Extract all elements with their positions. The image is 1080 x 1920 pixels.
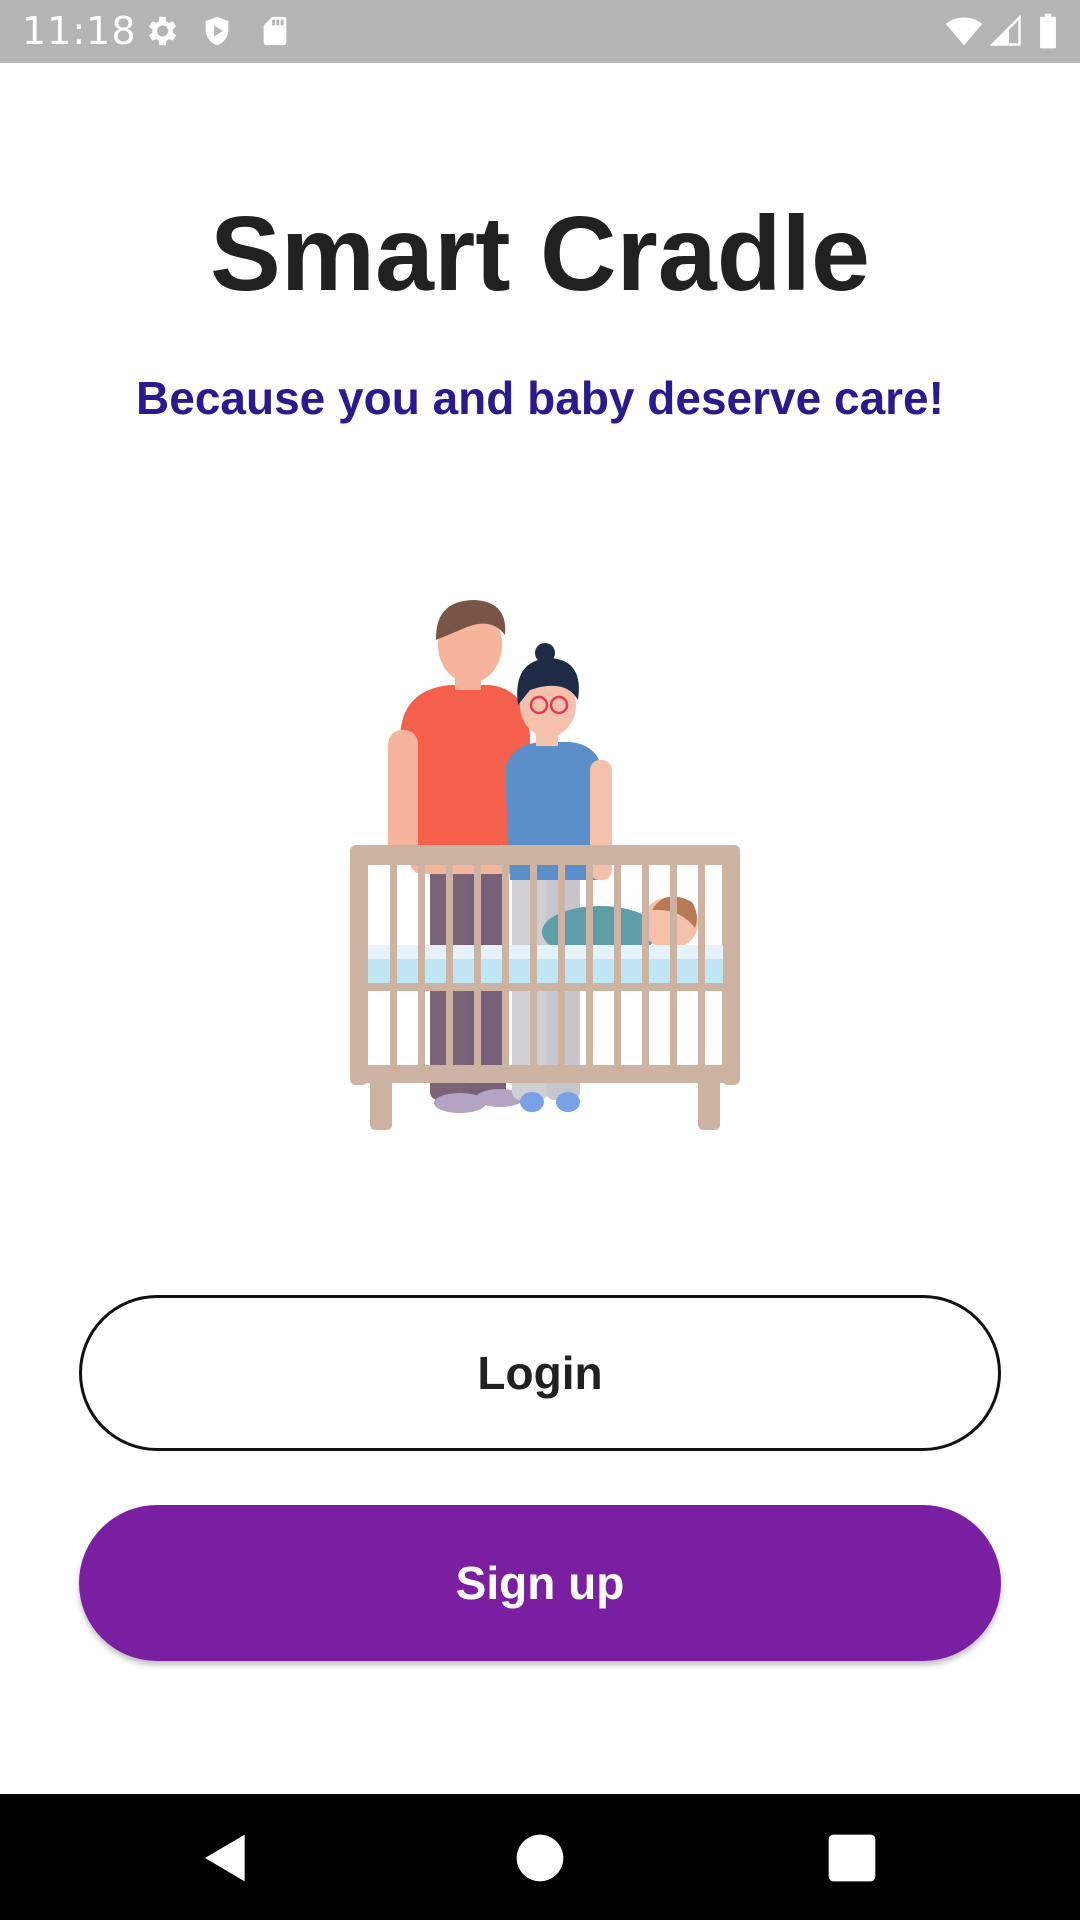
login-button-label: Login: [477, 1347, 603, 1399]
status-time: 11:18: [22, 9, 137, 53]
signup-button-label: Sign up: [455, 1557, 625, 1609]
login-button[interactable]: Login: [79, 1295, 1001, 1451]
wifi-icon: [945, 17, 983, 46]
recents-icon[interactable]: [824, 1830, 880, 1886]
sd-card-icon: [263, 16, 287, 46]
app-title: Smart Cradle: [210, 195, 870, 313]
navigation-bar: [0, 1794, 1080, 1920]
signup-button[interactable]: Sign up: [79, 1505, 1001, 1661]
battery-icon: [1040, 13, 1056, 49]
family-crib-illustration: [350, 600, 740, 1130]
home-icon[interactable]: [512, 1830, 568, 1886]
tagline: Because you and baby deserve care!: [136, 372, 944, 424]
shield-icon: [205, 16, 229, 46]
back-icon[interactable]: [198, 1830, 254, 1886]
status-bar: 11:18: [0, 0, 1080, 63]
signal-icon: [989, 14, 1021, 46]
gear-icon: [148, 16, 177, 46]
